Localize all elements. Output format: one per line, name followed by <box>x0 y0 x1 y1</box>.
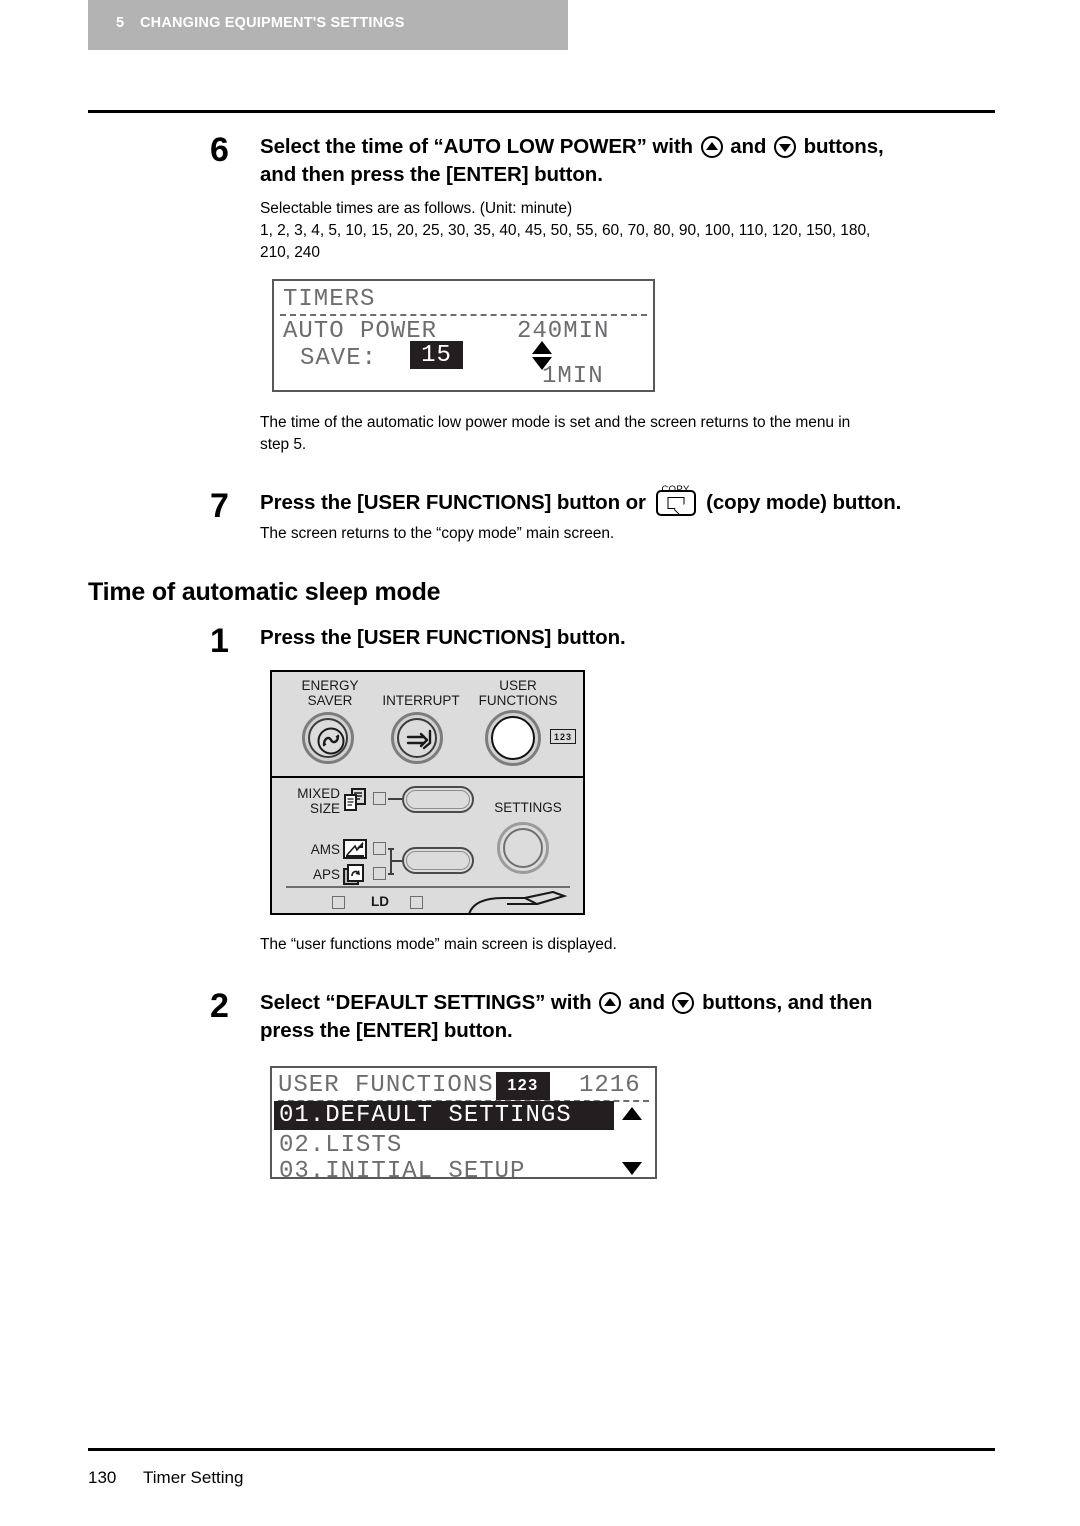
step-6-heading-and: and <box>730 135 767 158</box>
lcd-timers-title: TIMERS <box>283 286 376 313</box>
energy-saver-label-line2: SAVER <box>307 693 353 708</box>
aps-icon <box>343 864 364 885</box>
settings-button-face <box>503 828 543 868</box>
lcd-timers-up-triangle-icon <box>532 341 552 354</box>
mixed-size-key[interactable] <box>402 786 474 813</box>
footer-rule <box>88 1448 995 1451</box>
settings-button[interactable] <box>497 822 549 874</box>
lcd-timers-divider <box>280 314 647 316</box>
step-7-note: The screen returns to the “copy mode” ma… <box>260 525 615 542</box>
lcd-uf-counter: 1216 <box>579 1072 641 1099</box>
lcd-timers-label-save: SAVE: <box>300 345 378 372</box>
ams-label: AMS <box>310 842 340 857</box>
page-number: 130 <box>88 1468 117 1487</box>
running-header-band: 5 CHANGING EQUIPMENT'S SETTINGS <box>88 0 568 50</box>
energy-saver-icon <box>317 727 345 755</box>
lcd-uf-title: USER FUNCTIONS <box>278 1072 494 1099</box>
lcd-uf-123-badge-icon: 123 <box>496 1072 550 1100</box>
step-6-number: 6 <box>210 131 229 169</box>
step-6-note-line-1: Selectable times are as follows. (Unit: … <box>260 200 573 217</box>
step-7-number: 7 <box>210 487 229 525</box>
paper-indicator-right-checkbox <box>410 896 423 909</box>
up-arrow-button-icon-2 <box>599 992 622 1014</box>
aps-bracket-arm <box>388 873 394 875</box>
page-glyph-icon <box>667 497 685 510</box>
copy-mode-button-icon: COPY <box>655 484 696 516</box>
energy-saver-button[interactable] <box>302 712 354 764</box>
lcd-uf-item-2[interactable]: 03.INITIAL SETUP <box>279 1158 525 1185</box>
ams-indicator-checkbox <box>373 842 386 855</box>
paper-indicator-left-checkbox <box>332 896 345 909</box>
lcd-timers-screen: TIMERS AUTO POWER 240MIN SAVE: 15 1MIN <box>272 279 655 392</box>
lcd-timers-min-value: 1MIN <box>542 363 604 390</box>
lcd-timers-max-value: 240MIN <box>517 318 610 345</box>
chapter-title: CHANGING EQUIPMENT'S SETTINGS <box>140 15 405 31</box>
paper-tray-graphic-icon <box>468 890 567 915</box>
user-functions-button-face <box>491 716 535 760</box>
user-functions-label-line2: FUNCTIONS <box>478 693 558 708</box>
down-arrow-button-icon <box>773 136 796 158</box>
lcd-timers-selected-value: 15 <box>410 341 463 369</box>
step-1-heading: Press the [USER FUNCTIONS] button. <box>260 626 626 649</box>
step-2-heading: Select “DEFAULT SETTINGS” with and butto… <box>260 989 1020 1045</box>
step-6-result-line-2: step 5. <box>260 436 307 453</box>
lcd-uf-scroll-up-icon[interactable] <box>622 1107 642 1120</box>
user-functions-button[interactable] <box>485 710 541 766</box>
footer-section-name: Timer Setting <box>143 1468 244 1487</box>
step-7-heading-text-2: (copy mode) button. <box>706 491 902 514</box>
step-7-heading-text-1: Press the [USER FUNCTIONS] button or <box>260 491 646 514</box>
ams-aps-key-inner <box>406 851 470 870</box>
header-rule <box>88 110 995 113</box>
panel-thin-divider <box>286 886 570 888</box>
aps-indicator-checkbox <box>373 867 386 880</box>
section-title: Time of automatic sleep mode <box>88 578 441 606</box>
lcd-uf-scroll-down-icon[interactable] <box>622 1162 642 1175</box>
user-functions-label-line1: USER <box>499 678 537 693</box>
down-arrow-button-icon-2 <box>672 992 695 1014</box>
ams-icon <box>343 839 367 859</box>
step-2-heading-text-2: buttons, and then <box>702 991 873 1014</box>
step-6-note-line-3: 210, 240 <box>260 244 320 261</box>
step-6-heading-line2: and then press the [ENTER] button. <box>260 163 603 186</box>
step-6-note-line-2: 1, 2, 3, 4, 5, 10, 15, 20, 25, 30, 35, 4… <box>260 222 871 239</box>
step-6-result-line-1: The time of the automatic low power mode… <box>260 414 851 431</box>
lcd-uf-item-1[interactable]: 02.LISTS <box>279 1132 402 1159</box>
step-6-heading-text-2: buttons, <box>803 135 884 158</box>
control-panel-illustration: ENERGY SAVER INTERRUPT USER FUNCTIONS 12… <box>270 670 585 915</box>
step-2-heading-line2: press the [ENTER] button. <box>260 1019 513 1042</box>
mixed-size-label-line2: SIZE <box>309 801 340 816</box>
aps-label: APS <box>312 867 340 882</box>
step-6-heading: Select the time of “AUTO LOW POWER” with… <box>260 133 1000 189</box>
step-6-heading-text-1: Select the time of “AUTO LOW POWER” with <box>260 135 693 158</box>
step-1-note: The “user functions mode” main screen is… <box>260 936 617 953</box>
ams-aps-key[interactable] <box>402 847 474 874</box>
paper-size-label: LD <box>371 894 389 909</box>
step-1-number: 1 <box>210 622 229 660</box>
mixed-size-lead-line <box>388 798 402 800</box>
ams-bracket-arm <box>388 848 394 850</box>
mixed-size-key-inner <box>406 790 470 809</box>
mixed-size-icon <box>344 788 366 811</box>
settings-label: SETTINGS <box>494 800 562 815</box>
up-arrow-button-icon <box>700 136 723 158</box>
step-2-heading-and: and <box>628 991 665 1014</box>
lcd-user-functions-screen: USER FUNCTIONS 123 1216 01.DEFAULT SETTI… <box>270 1066 657 1185</box>
interrupt-label: INTERRUPT <box>382 693 460 708</box>
step-2-number: 2 <box>210 987 229 1025</box>
step-7-heading: Press the [USER FUNCTIONS] button or COP… <box>260 484 1000 517</box>
mixed-size-indicator-checkbox <box>373 792 386 805</box>
panel-divider <box>272 776 583 778</box>
chapter-number: 5 <box>116 15 125 31</box>
mixed-size-label-line1: MIXED <box>297 786 340 801</box>
step-2-heading-text-1: Select “DEFAULT SETTINGS” with <box>260 991 592 1014</box>
interrupt-button[interactable] <box>391 712 443 764</box>
energy-saver-label-line1: ENERGY <box>301 678 359 693</box>
user-functions-123-badge-icon: 123 <box>550 729 576 744</box>
lcd-uf-item-0[interactable]: 01.DEFAULT SETTINGS <box>274 1101 614 1130</box>
interrupt-icon <box>406 729 432 750</box>
